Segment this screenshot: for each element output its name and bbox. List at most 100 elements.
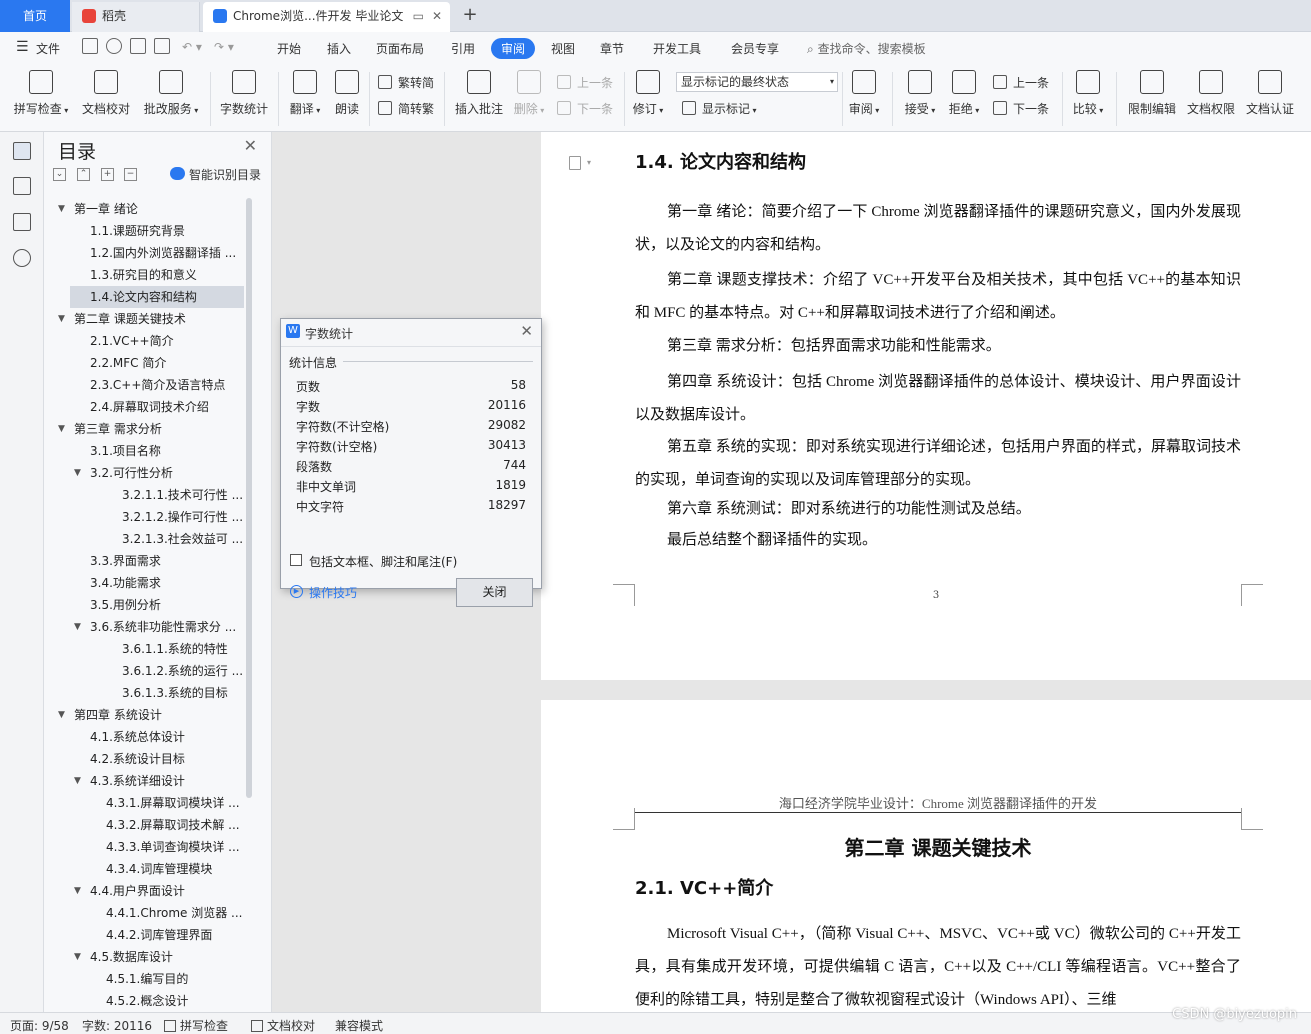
restrict-edit-button[interactable]: 限制编辑 [1124,70,1180,117]
toc-item[interactable]: ▼ 第四章 系统设计 [44,704,244,726]
toc-item[interactable]: ▼ 第三章 需求分析 [44,418,244,440]
smart-toc-button[interactable]: 智能识别目录 [170,166,261,183]
toc-item[interactable]: 1.4.论文内容和结构 [70,286,244,308]
chevron-down-icon[interactable]: ▼ [58,418,65,440]
toc-item[interactable]: ▼ 3.2.可行性分析 [44,462,244,484]
menu-insert[interactable]: 插入 [327,40,351,57]
document-page[interactable]: 海口经济学院毕业设计：Chrome 浏览器翻译插件的开发 第二章 课题关键技术 … [541,700,1311,1012]
close-icon[interactable]: ✕ [244,136,257,155]
status-page[interactable]: 页面: 9/58 [10,1017,69,1034]
markup-mode-select[interactable]: 显示标记的最终状态 ▾ [676,72,838,92]
chevron-down-icon[interactable]: ▼ [58,704,65,726]
chevron-down-icon[interactable]: ▼ [74,770,81,792]
menu-view[interactable]: 视图 [551,40,575,57]
toc-item[interactable]: 2.4.屏幕取词技术介绍 [44,396,244,418]
tab-daoke[interactable]: 稻壳 [72,2,200,32]
chevron-down-icon[interactable]: ▼ [74,880,81,902]
next-comment-button[interactable]: 下一条 [557,100,613,117]
show-markup-button[interactable]: 显示标记 ▾ [682,100,757,117]
toc-item[interactable]: ▼ 第一章 绪论 [44,198,244,220]
navigation-icon[interactable] [13,177,31,195]
accept-button[interactable]: 接受 ▾ [902,70,938,117]
tab-document[interactable]: Chrome浏览...件开发 毕业论文 ▭ ✕ [203,2,450,32]
to-traditional-button[interactable]: 繁转简 [378,74,434,91]
preview-icon[interactable] [154,38,170,54]
reject-button[interactable]: 拒绝 ▾ [946,70,982,117]
toc-item[interactable]: 4.3.2.屏幕取词技术解 ... [44,814,244,836]
toc-item[interactable]: 2.3.C++简介及语言特点 [44,374,244,396]
toc-item[interactable]: 3.6.1.1.系统的特性 [44,638,244,660]
remove-level-icon[interactable]: − [124,168,137,181]
toc-item[interactable]: 3.3.界面需求 [44,550,244,572]
menu-reference[interactable]: 引用 [451,40,475,57]
toc-item[interactable]: 4.4.1.Chrome 浏览器 ... [44,902,244,924]
toc-item[interactable]: 3.2.1.1.技术可行性 ... [44,484,244,506]
toc-item[interactable]: 3.6.1.2.系统的运行 ... [44,660,244,682]
review-pane-button[interactable]: 审阅 ▾ [846,70,882,117]
toc-item[interactable]: 4.1.系统总体设计 [44,726,244,748]
toc-item[interactable]: 1.1.课题研究背景 [44,220,244,242]
toc-item[interactable]: ▼ 4.5.数据库设计 [44,946,244,968]
annotate-service-button[interactable]: 批改服务 ▾ [140,70,202,117]
toc-item[interactable]: 4.2.系统设计目标 [44,748,244,770]
toc-item[interactable]: 1.3.研究目的和意义 [44,264,244,286]
doc-check-button[interactable]: 文档校对 [79,70,133,117]
expand-up-icon[interactable]: ⌃ [77,168,90,181]
toc-item[interactable]: 3.1.项目名称 [44,440,244,462]
toc-item[interactable]: 2.2.MFC 简介 [44,352,244,374]
toc-item[interactable]: 2.1.VC++简介 [44,330,244,352]
toc-item[interactable]: ▼ 3.6.系统非功能性需求分 ... [44,616,244,638]
toc-item[interactable]: 3.2.1.2.操作可行性 ... [44,506,244,528]
menu-member[interactable]: 会员专享 [731,40,779,57]
tips-link[interactable]: ▶ 操作技巧 [290,584,357,601]
revise-button[interactable]: 修订 ▾ [630,70,666,117]
status-word-count[interactable]: 字数: 20116 [82,1017,152,1034]
close-button[interactable]: 关闭 [456,578,533,607]
toc-item[interactable]: 4.3.1.屏幕取词模块详 ... [44,792,244,814]
toc-item[interactable]: ▼ 4.3.系统详细设计 [44,770,244,792]
command-search[interactable]: ⌕ 查找命令、搜索模板 [807,40,926,57]
export-icon[interactable] [106,38,122,54]
doc-certify-button[interactable]: 文档认证 [1242,70,1298,117]
tab-home[interactable]: 首页 [0,0,70,32]
menu-layout[interactable]: 页面布局 [376,40,424,57]
read-aloud-button[interactable]: 朗读 [330,70,364,117]
menu-devtools[interactable]: 开发工具 [653,40,701,57]
tab-restore-icon[interactable]: ▭ [413,2,424,30]
chevron-down-icon[interactable]: ▼ [58,198,65,220]
insert-comment-button[interactable]: 插入批注 [452,70,506,117]
chevron-down-icon[interactable]: ▼ [74,462,81,484]
compare-button[interactable]: 比较 ▾ [1069,70,1107,117]
menu-chapter[interactable]: 章节 [600,40,624,57]
toc-item[interactable]: 1.2.国内外浏览器翻译插 ... [44,242,244,264]
prev-comment-button[interactable]: 上一条 [557,74,613,91]
new-tab-plus-icon[interactable]: + [458,4,482,25]
toc-panel-icon[interactable] [13,142,31,160]
toc-item[interactable]: ▼ 4.4.用户界面设计 [44,880,244,902]
delete-comment-button[interactable]: 删除 ▾ [510,70,548,117]
page-menu-icon[interactable] [569,156,581,170]
collapse-all-icon[interactable]: ⌄ [53,168,66,181]
status-spellcheck[interactable]: 拼写检查 [164,1017,228,1034]
status-doc-check[interactable]: 文档校对 [251,1017,315,1034]
menu-review[interactable]: 审阅 [491,38,536,59]
menu-file[interactable]: 文件 [36,40,60,57]
include-textbox-checkbox[interactable]: 包括文本框、脚注和尾注(F) [290,553,457,570]
translate-button[interactable]: 翻译 ▾ [285,70,325,117]
toc-item[interactable]: 3.6.1.3.系统的目标 [44,682,244,704]
toc-item[interactable]: 4.5.1.编写目的 [44,968,244,990]
toc-item[interactable]: ▼ 第二章 课题关键技术 [44,308,244,330]
word-count-button[interactable]: 字数统计 [217,70,271,117]
add-level-icon[interactable]: + [101,168,114,181]
search-panel-icon[interactable] [13,249,31,267]
chevron-down-icon[interactable]: ▼ [74,946,81,968]
menu-start[interactable]: 开始 [277,40,301,57]
save-icon[interactable] [82,38,98,54]
spellcheck-button[interactable]: 拼写检查 ▾ [10,70,72,117]
toc-item[interactable]: 3.5.用例分析 [44,594,244,616]
hamburger-icon[interactable]: ☰ [16,39,29,55]
next-change-button[interactable]: 下一条 [993,100,1049,117]
chevron-down-icon[interactable]: ▼ [74,616,81,638]
prev-change-button[interactable]: 上一条 [993,74,1049,91]
chevron-down-icon[interactable]: ▼ [58,308,65,330]
